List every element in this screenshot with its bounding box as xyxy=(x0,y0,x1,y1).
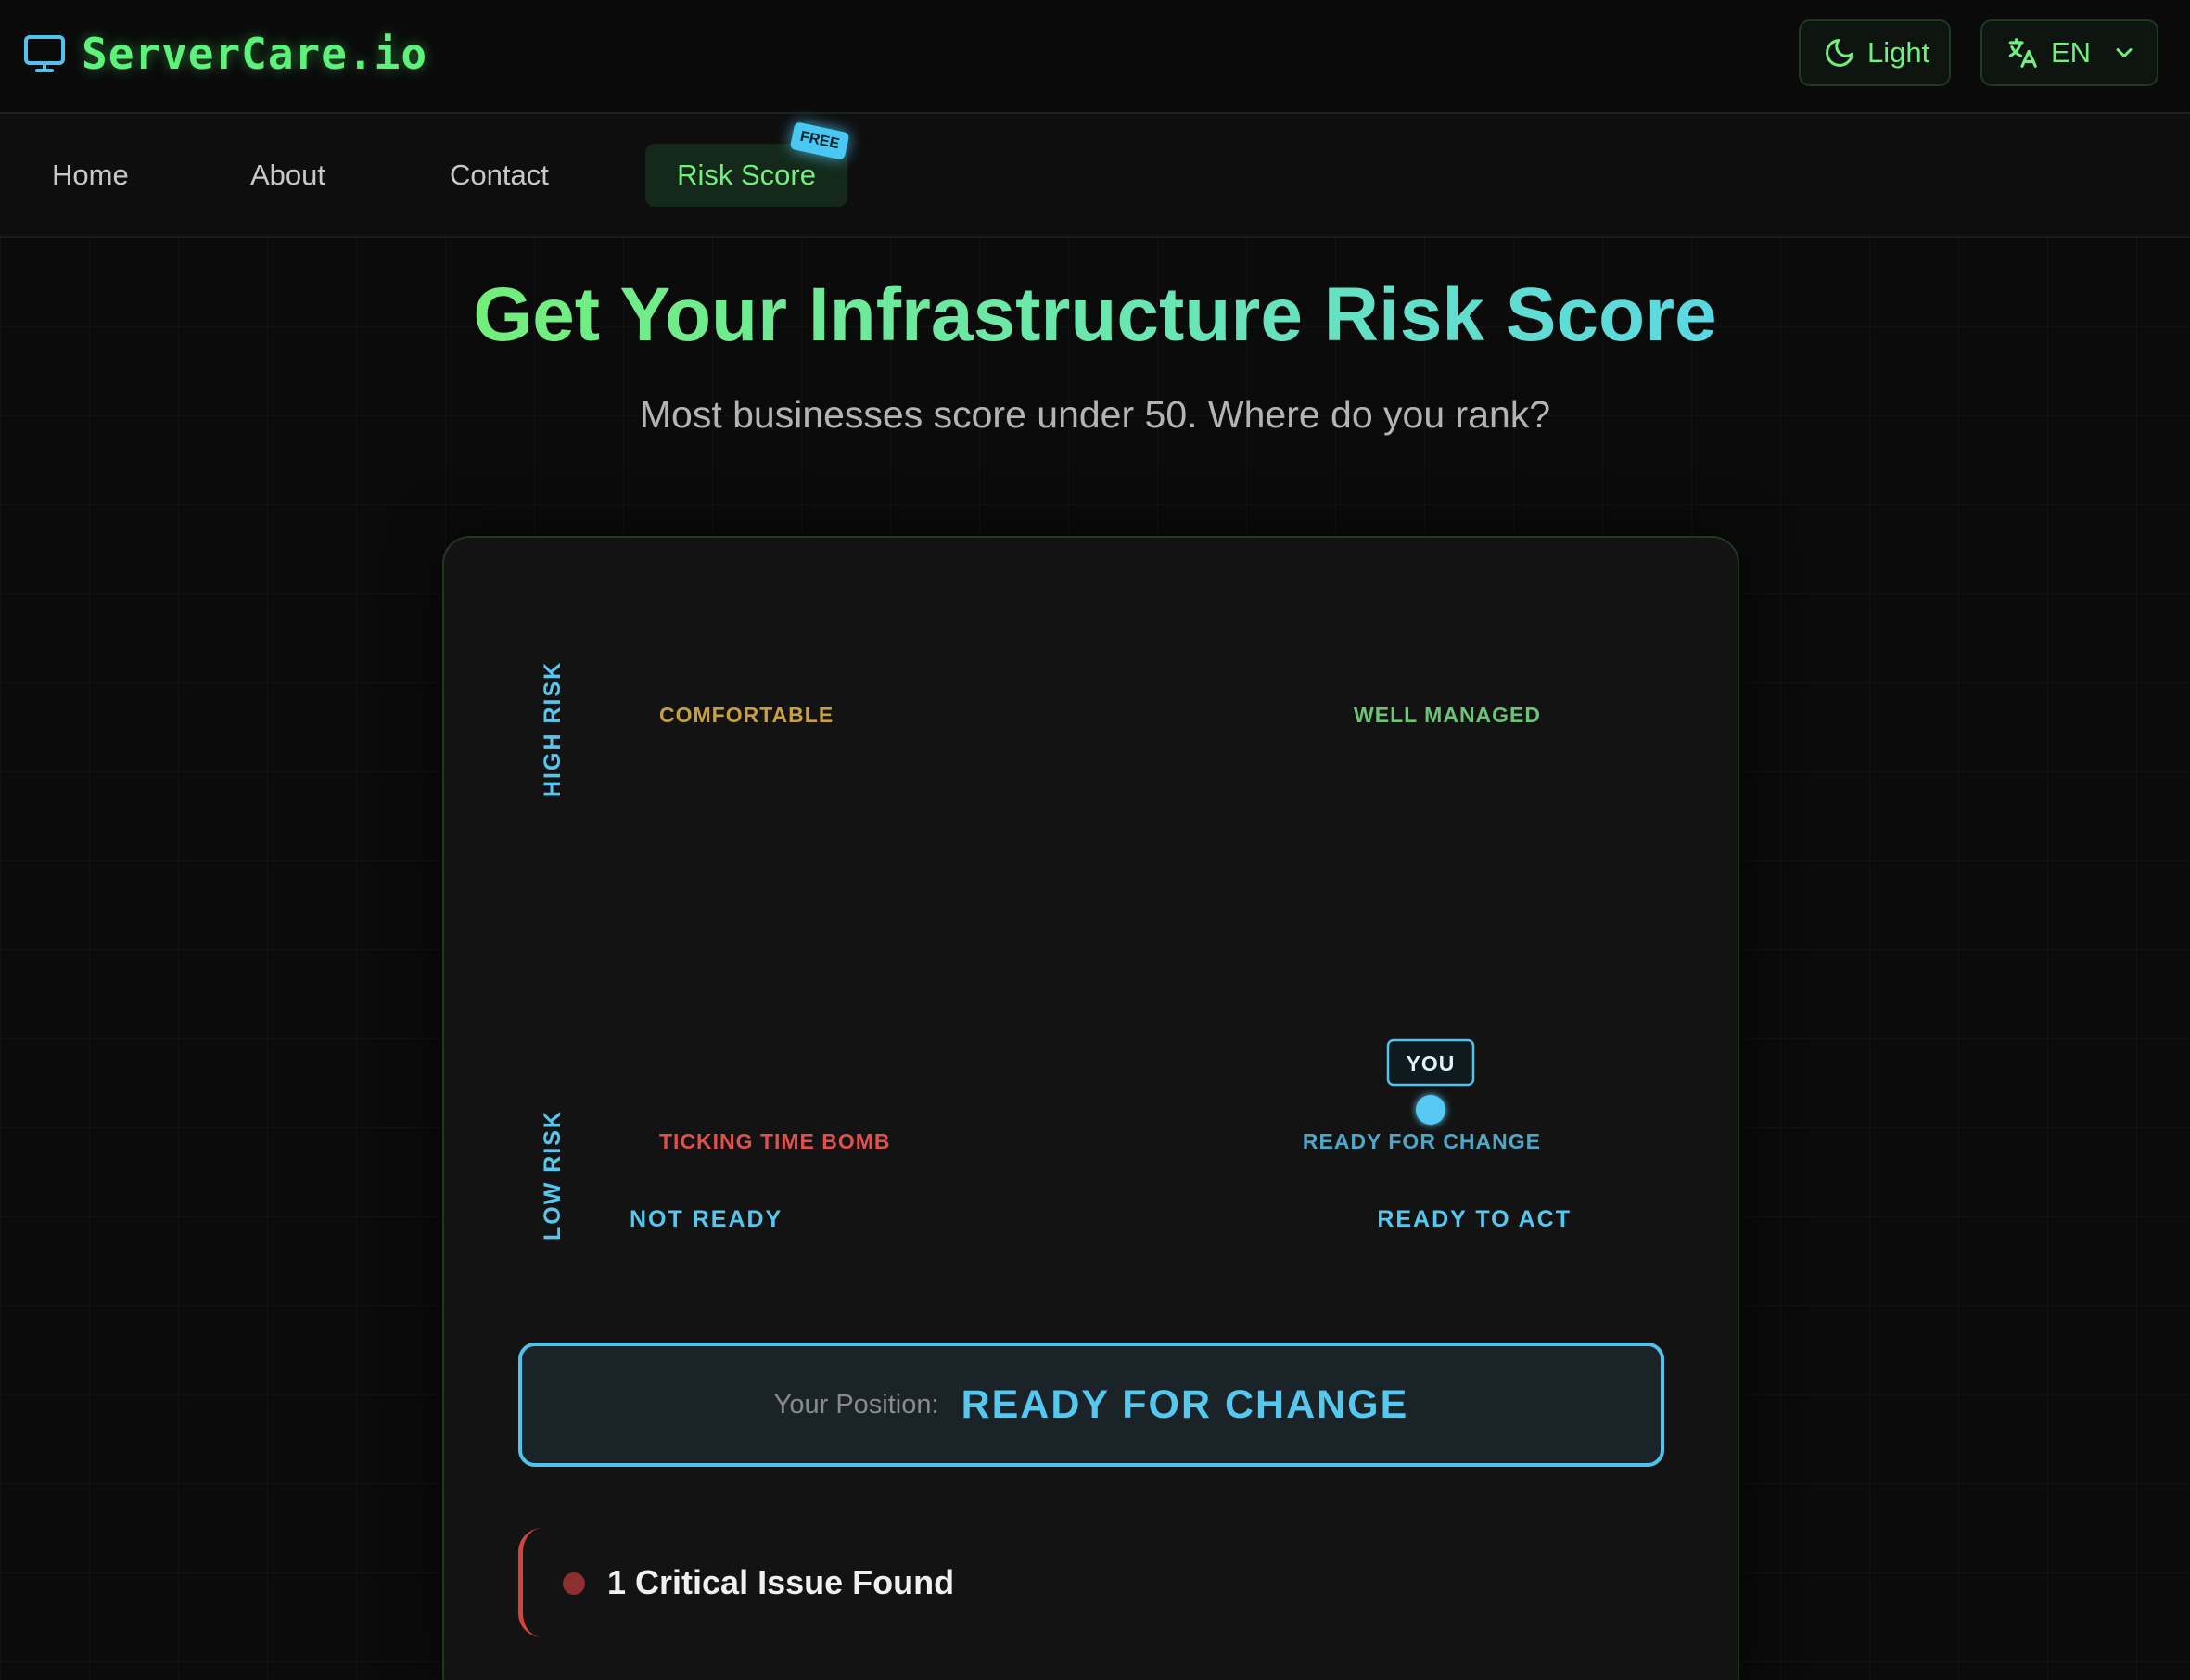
translate-icon xyxy=(2008,38,2037,68)
you-marker-dot xyxy=(1416,1095,1445,1125)
moon-icon xyxy=(1826,39,1853,67)
nav-about[interactable]: About xyxy=(250,144,325,207)
page-title: Get Your Infrastructure Risk Score xyxy=(473,273,1717,357)
brand-logo[interactable]: ServerCare.io xyxy=(22,24,427,83)
brand-name: ServerCare.io xyxy=(82,29,428,79)
y-axis-high-label: HIGH RISK xyxy=(540,661,566,797)
quadrant-ticking-time-bomb-label: TICKING TIME BOMB xyxy=(659,1129,891,1153)
language-label: EN xyxy=(2051,36,2092,69)
chevron-down-icon xyxy=(2116,48,2133,57)
y-axis-low-label: LOW RISK xyxy=(540,1110,566,1241)
you-marker-label: YOU xyxy=(1407,1051,1456,1075)
quadrant-comfortable-label: COMFORTABLE xyxy=(659,703,834,727)
issue-accent-bracket xyxy=(518,1528,542,1637)
risk-matrix-chart: HIGH RISK LOW RISK COMFORTABLE WELL MANA… xyxy=(540,661,1572,1241)
your-position-value: READY FOR CHANGE xyxy=(961,1381,1409,1427)
risk-matrix-card: HIGH RISK LOW RISK COMFORTABLE WELL MANA… xyxy=(442,536,1739,1680)
your-position-panel: Your Position: READY FOR CHANGE xyxy=(518,1343,1664,1467)
theme-toggle-button[interactable]: Light xyxy=(1799,19,1951,86)
x-axis-not-ready-label: NOT READY xyxy=(630,1206,783,1232)
quadrant-ready-for-change-label: READY FOR CHANGE xyxy=(1303,1129,1541,1153)
quadrant-well-managed-label: WELL MANAGED xyxy=(1354,703,1541,727)
issue-status-dot xyxy=(563,1572,585,1595)
nav-contact[interactable]: Contact xyxy=(450,144,549,207)
issue-summary-text: 1 Critical Issue Found xyxy=(607,1563,955,1601)
language-select[interactable]: EN xyxy=(1980,19,2158,86)
nav-home[interactable]: Home xyxy=(52,144,129,207)
theme-toggle-label: Light xyxy=(1867,36,1930,69)
critical-issue-summary[interactable]: 1 Critical Issue Found xyxy=(518,1528,1167,1639)
your-position-caption: Your Position: xyxy=(773,1389,939,1419)
main-nav: Home About Contact Risk Score FREE xyxy=(0,114,2190,238)
page-subtitle: Most businesses score under 50. Where do… xyxy=(639,393,1551,436)
monitor-icon xyxy=(24,35,65,72)
x-axis-ready-to-act-label: READY TO ACT xyxy=(1377,1206,1572,1232)
top-header: ServerCare.io Light EN xyxy=(0,0,2190,114)
